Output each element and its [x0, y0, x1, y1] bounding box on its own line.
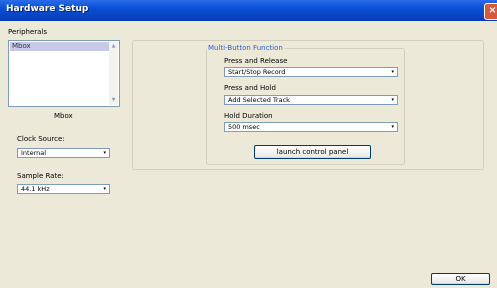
list-item[interactable]: Mbox	[10, 42, 111, 51]
scroll-up-icon[interactable]: ▲	[109, 42, 118, 51]
chevron-down-icon: ▾	[391, 124, 394, 130]
clock-source-value: Internal	[21, 149, 47, 157]
multi-button-title: Multi-Button Function	[207, 44, 284, 52]
chevron-down-icon: ▾	[103, 150, 106, 156]
scrollbar[interactable]: ▲ ▼	[109, 42, 118, 105]
clock-source-select[interactable]: Internal ▾	[17, 148, 110, 158]
peripherals-label: Peripherals	[8, 28, 48, 36]
clock-source-label: Clock Source:	[17, 135, 65, 143]
hold-duration-label: Hold Duration	[224, 112, 273, 120]
press-hold-label: Press and Hold	[224, 84, 276, 92]
press-release-label: Press and Release	[224, 57, 288, 65]
sample-rate-label: Sample Rate:	[17, 172, 64, 180]
peripherals-list[interactable]: Mbox ▲ ▼	[8, 40, 120, 107]
scroll-down-icon[interactable]: ▼	[109, 96, 118, 105]
close-icon[interactable]: ×	[484, 3, 497, 20]
chevron-down-icon: ▾	[391, 97, 394, 103]
press-hold-value: Add Selected Track	[228, 96, 290, 104]
sample-rate-select[interactable]: 44.1 kHz ▾	[17, 184, 110, 194]
sample-rate-value: 44.1 kHz	[21, 185, 50, 193]
press-hold-select[interactable]: Add Selected Track ▾	[224, 95, 398, 105]
selected-peripheral-caption: Mbox	[54, 112, 73, 120]
press-release-select[interactable]: Start/Stop Record ▾	[224, 67, 398, 77]
window-title: Hardware Setup	[6, 4, 89, 14]
launch-control-panel-button[interactable]: launch control panel	[254, 145, 371, 159]
chevron-down-icon: ▾	[391, 69, 394, 75]
title-bar: Hardware Setup ×	[0, 0, 497, 21]
hold-duration-value: 500 msec	[228, 123, 260, 131]
ok-button[interactable]: OK	[431, 273, 490, 285]
press-release-value: Start/Stop Record	[228, 68, 286, 76]
chevron-down-icon: ▾	[103, 186, 106, 192]
hold-duration-select[interactable]: 500 msec ▾	[224, 122, 398, 132]
